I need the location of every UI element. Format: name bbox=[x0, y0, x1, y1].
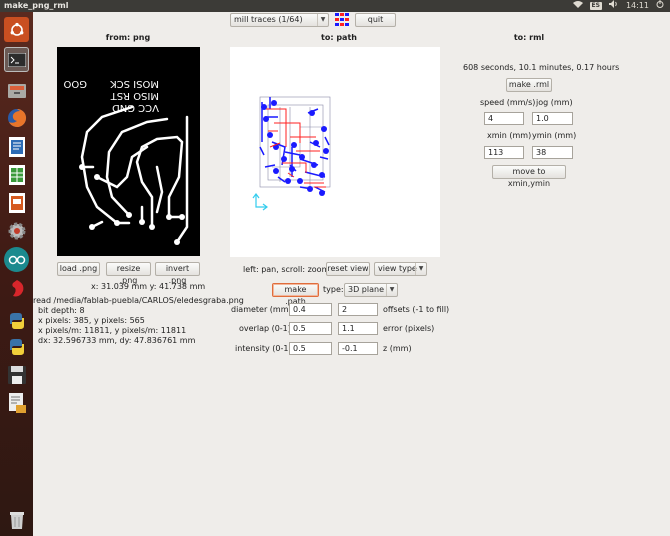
png-info-line: read /media/fablab-puebla/CARLOS/eledesg… bbox=[33, 296, 244, 305]
diameter-field[interactable]: 0.4 bbox=[289, 303, 332, 316]
python-icon[interactable] bbox=[4, 308, 29, 333]
origin-axes-icon bbox=[252, 193, 268, 211]
pcb-label-vcc-gnd: VCC GND bbox=[112, 102, 159, 113]
move-to-origin-button[interactable]: move to xmin,ymin bbox=[492, 165, 566, 188]
pcb-label-miso-rst: MISO RST bbox=[110, 90, 159, 101]
to-rml-header: to: rml bbox=[513, 33, 545, 42]
system-tray: ES 14:11 bbox=[572, 0, 664, 12]
firefox-icon[interactable] bbox=[4, 105, 29, 130]
files-icon[interactable] bbox=[4, 77, 29, 102]
keyboard-layout-indicator[interactable]: ES bbox=[589, 2, 602, 10]
jog-field[interactable]: 1.0 bbox=[532, 112, 573, 125]
color-grid-icon[interactable] bbox=[335, 13, 349, 26]
type-select[interactable]: 3D plane ▼ bbox=[344, 283, 398, 297]
impress-icon[interactable] bbox=[4, 190, 29, 215]
cursor-coords: x: 31.039 mm y: 41.738 mm bbox=[91, 282, 206, 291]
trash-icon[interactable] bbox=[4, 506, 29, 531]
png-info-line: dx: 32.596733 mm, dy: 47.836761 mm bbox=[38, 336, 196, 345]
error-field[interactable]: 1.1 bbox=[338, 322, 378, 335]
floppy-save-icon[interactable] bbox=[4, 362, 29, 387]
view-type-select[interactable]: view type ▼ bbox=[374, 262, 427, 276]
png-info-line: bit depth: 8 bbox=[38, 306, 85, 315]
script-editor-icon[interactable] bbox=[4, 390, 29, 415]
type-label: type: bbox=[323, 285, 344, 294]
terminal-icon[interactable] bbox=[4, 47, 29, 72]
launcher bbox=[0, 12, 33, 536]
writer-icon[interactable] bbox=[4, 134, 29, 159]
settings-icon[interactable] bbox=[4, 218, 29, 243]
png-info-line: x pixels/m: 11811, y pixels/m: 11811 bbox=[38, 326, 187, 335]
diameter-label: diameter (mm) bbox=[231, 305, 292, 314]
ymin-field[interactable]: 38 bbox=[532, 146, 573, 159]
xmin-field[interactable]: 113 bbox=[484, 146, 524, 159]
power-icon[interactable] bbox=[656, 0, 664, 12]
invert-png-button[interactable]: invert .png bbox=[155, 262, 200, 285]
png-info-line: x pixels: 385, y pixels: 565 bbox=[38, 316, 145, 325]
arduino-icon[interactable] bbox=[4, 247, 29, 272]
xmin-label: xmin (mm) bbox=[487, 131, 532, 140]
nav-hint: left: pan, scroll: zoom bbox=[243, 265, 330, 274]
network-icon[interactable] bbox=[572, 0, 583, 12]
resize-png-button[interactable]: resize .png bbox=[106, 262, 151, 285]
app-window: mill traces (1/64) ▼ quit from: png VCC … bbox=[33, 12, 670, 536]
overlap-label: overlap (0-1) bbox=[239, 324, 291, 333]
from-png-header: from: png bbox=[105, 33, 151, 42]
top-panel: make_png_rml ES 14:11 bbox=[0, 0, 670, 12]
pcb-image: VCC GND MISO RST MOSI SCK GOO bbox=[63, 78, 189, 245]
toolpath-canvas bbox=[252, 96, 331, 211]
z-label: z (mm) bbox=[383, 344, 412, 353]
overlap-field[interactable]: 0.5 bbox=[289, 322, 332, 335]
volume-icon[interactable] bbox=[608, 0, 619, 12]
calc-icon[interactable] bbox=[4, 162, 29, 187]
jog-label: jog (mm) bbox=[536, 98, 573, 107]
chevron-down-icon: ▼ bbox=[386, 284, 397, 296]
chevron-down-icon: ▼ bbox=[317, 14, 328, 26]
path-preview[interactable] bbox=[230, 47, 440, 257]
chevron-down-icon: ▼ bbox=[415, 263, 426, 275]
type-select-value: 3D plane bbox=[348, 285, 384, 294]
ubuntu-dash-icon[interactable] bbox=[4, 17, 29, 42]
intensity-label: intensity (0-1) bbox=[235, 344, 292, 353]
mode-select[interactable]: mill traces (1/64) ▼ bbox=[230, 13, 329, 27]
error-label: error (pixels) bbox=[383, 324, 435, 333]
offsets-field[interactable]: 2 bbox=[338, 303, 378, 316]
to-path-header: to: path bbox=[321, 33, 357, 42]
red-app-icon[interactable] bbox=[4, 276, 29, 301]
offsets-label: offsets (-1 to fill) bbox=[383, 305, 450, 314]
time-estimate: 608 seconds, 10.1 minutes, 0.17 hours bbox=[463, 63, 620, 72]
intensity-field[interactable]: 0.5 bbox=[289, 342, 332, 355]
make-rml-button[interactable]: make .rml bbox=[506, 78, 552, 92]
window-title: make_png_rml bbox=[4, 1, 69, 10]
pcb-label-side: GOO bbox=[63, 78, 87, 89]
speed-field[interactable]: 4 bbox=[484, 112, 524, 125]
quit-button[interactable]: quit bbox=[355, 13, 396, 27]
pcb-label-mosi-sck: MOSI SCK bbox=[110, 78, 159, 89]
mode-select-value: mill traces (1/64) bbox=[234, 15, 303, 24]
python2-icon[interactable] bbox=[4, 334, 29, 359]
clock[interactable]: 14:11 bbox=[626, 0, 649, 12]
view-type-value: view type bbox=[378, 264, 417, 273]
png-preview[interactable]: VCC GND MISO RST MOSI SCK GOO bbox=[57, 47, 200, 256]
speed-label: speed (mm/s) bbox=[480, 98, 536, 107]
load-png-button[interactable]: load .png bbox=[57, 262, 100, 276]
reset-view-button[interactable]: reset view bbox=[326, 262, 370, 276]
z-field[interactable]: -0.1 bbox=[338, 342, 378, 355]
make-path-button[interactable]: make .path bbox=[272, 283, 319, 306]
ymin-label: ymin (mm) bbox=[532, 131, 577, 140]
